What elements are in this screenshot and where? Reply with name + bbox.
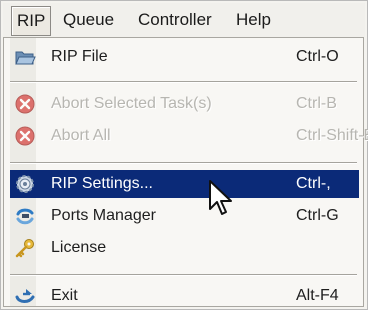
ports-manager-icon <box>14 205 36 227</box>
menu-separator <box>10 162 357 164</box>
menu-controller[interactable]: Controller <box>133 6 217 34</box>
menu-item-ports-manager[interactable]: Ports Manager Ctrl-G <box>10 202 359 230</box>
menu-item-label: License <box>51 239 107 256</box>
mouse-pointer-icon <box>208 179 234 219</box>
menu-help[interactable]: Help <box>231 6 276 34</box>
menu-item-license[interactable]: License <box>10 234 359 262</box>
menu-item-shortcut: Alt-F4 <box>296 287 339 304</box>
menu-item-shortcut: Ctrl-O <box>296 48 339 65</box>
menu-rip[interactable]: RIP <box>11 6 52 36</box>
key-icon <box>14 237 36 259</box>
menu-item-abort-selected[interactable]: Abort Selected Task(s) Ctrl-B <box>10 90 359 118</box>
folder-open-icon <box>14 46 36 68</box>
settings-gear-icon <box>14 173 36 195</box>
menu-item-label: RIP Settings... <box>51 175 153 192</box>
menu-item-shortcut: Ctrl-Shift-B <box>296 127 368 144</box>
menu-item-rip-settings[interactable]: RIP Settings... Ctrl-, <box>10 170 359 198</box>
exit-icon <box>14 285 36 307</box>
menu-separator <box>10 274 357 276</box>
menu-item-label: Abort Selected Task(s) <box>51 95 212 112</box>
menu-item-shortcut: Ctrl-G <box>296 207 339 224</box>
abort-all-icon <box>14 125 36 147</box>
menu-item-label: RIP File <box>51 48 108 65</box>
abort-icon <box>14 93 36 115</box>
menu-item-rip-file[interactable]: RIP File Ctrl-O <box>10 43 359 71</box>
app-window: RIP Queue Controller Help RIP File Ctrl-… <box>0 0 368 310</box>
menu-item-abort-all[interactable]: Abort All Ctrl-Shift-B <box>10 122 368 150</box>
menu-item-shortcut: Ctrl-B <box>296 95 337 112</box>
menu-item-exit[interactable]: Exit Alt-F4 <box>10 282 359 310</box>
menu-item-shortcut: Ctrl-, <box>296 175 331 192</box>
menu-queue[interactable]: Queue <box>58 6 119 34</box>
rip-dropdown-menu: RIP File Ctrl-O Abort Selected Task(s) C… <box>3 37 368 310</box>
menu-item-label: Ports Manager <box>51 207 156 224</box>
menu-bar: RIP Queue Controller Help <box>3 3 365 37</box>
menu-item-label: Exit <box>51 287 78 304</box>
menu-item-label: Abort All <box>51 127 111 144</box>
menu-separator <box>10 81 357 83</box>
